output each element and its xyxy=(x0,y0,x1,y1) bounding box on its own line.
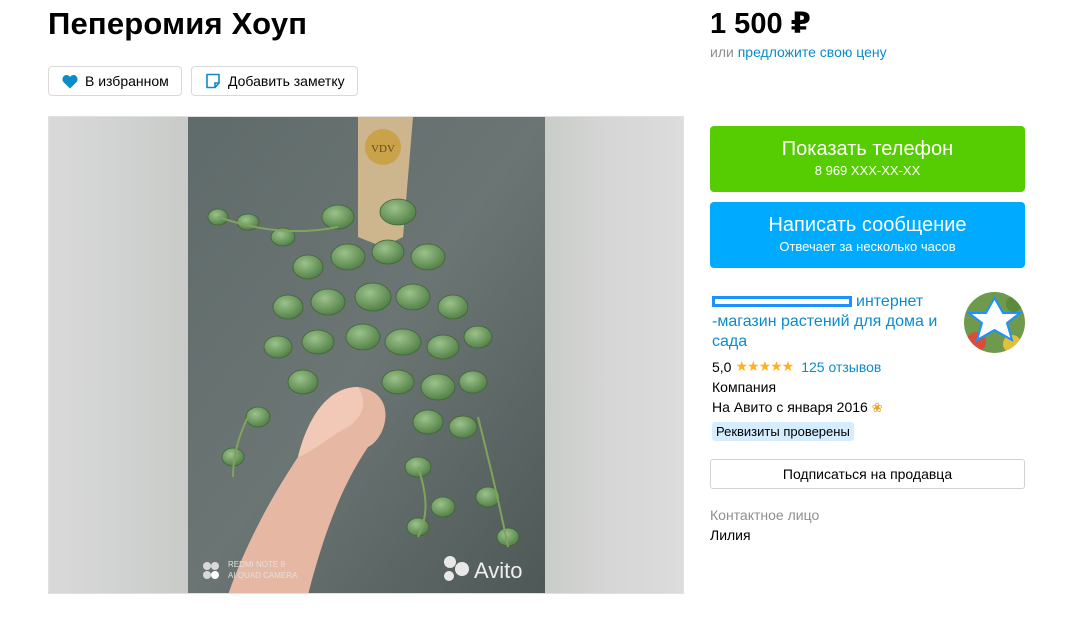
price-offer: или предложите свою цену xyxy=(710,44,887,60)
rating-value: 5,0 xyxy=(712,358,732,375)
main-photo[interactable]: VDV REDMI NOTE 9 AI QUAD CAMERA Avito xyxy=(188,117,545,594)
send-message-button[interactable]: Написать сообщение Отвечает за несколько… xyxy=(710,202,1025,268)
add-note-button[interactable]: Добавить заметку xyxy=(191,66,358,96)
show-phone-label: Показать телефон xyxy=(781,138,954,160)
seller-info: интернет -магазин растений для дома и са… xyxy=(712,292,952,441)
seller-name-part1: интернет xyxy=(856,293,924,310)
avito-brand: Avito xyxy=(474,558,523,583)
seller-since: На Авито с января 2016 ❀ xyxy=(712,399,952,416)
contact-label: Контактное лицо xyxy=(710,507,820,523)
reviews-link[interactable]: 125 отзывов xyxy=(801,359,881,375)
note-icon xyxy=(204,72,222,90)
seller-name-part2: -магазин растений для дома и сада xyxy=(712,313,938,350)
seller-rating: 5,0 ★★★★★ 125 отзывов xyxy=(712,358,952,375)
offer-price-link[interactable]: предложите свою цену xyxy=(738,44,887,60)
add-note-label: Добавить заметку xyxy=(228,73,345,89)
seller-name-link[interactable]: интернет -магазин растений для дома и са… xyxy=(712,292,952,352)
show-phone-button[interactable]: Показать телефон 8 969 XXX-XX-XX xyxy=(710,126,1025,192)
seller-avatar[interactable] xyxy=(964,292,1025,353)
tag-label: VDV xyxy=(371,143,395,155)
heart-icon xyxy=(61,72,79,90)
price-offer-prefix: или xyxy=(710,44,734,60)
contact-name: Лилия xyxy=(710,527,751,543)
subscribe-seller-button[interactable]: Подписаться на продавца xyxy=(710,459,1025,489)
star-icons: ★★★★★ xyxy=(735,358,794,374)
seller-type: Компания xyxy=(712,379,777,395)
favorite-button[interactable]: В избранном xyxy=(48,66,182,96)
favorite-label: В избранном xyxy=(85,73,169,89)
gallery-blur-right xyxy=(543,117,683,593)
send-message-label: Написать сообщение xyxy=(768,214,967,236)
camera-line-1: REDMI NOTE 9 xyxy=(228,560,285,569)
redacted-name-box xyxy=(712,296,852,308)
listing-title: Пеперомия Хоуп xyxy=(48,6,308,41)
verified-badge: Реквизиты проверены xyxy=(712,422,854,441)
photo-gallery[interactable]: VDV REDMI NOTE 9 AI QUAD CAMERA Avito xyxy=(48,116,684,594)
camera-line-2: AI QUAD CAMERA xyxy=(228,571,298,580)
price: 1 500 ₽ xyxy=(710,8,811,40)
response-time: Отвечает за несколько часов xyxy=(779,239,956,254)
phone-number: 8 969 XXX-XX-XX xyxy=(814,163,921,178)
gallery-blur-left xyxy=(49,117,188,593)
seller-since-text: На Авито с января 2016 xyxy=(712,399,868,415)
medal-icon: ❀ xyxy=(871,400,883,415)
